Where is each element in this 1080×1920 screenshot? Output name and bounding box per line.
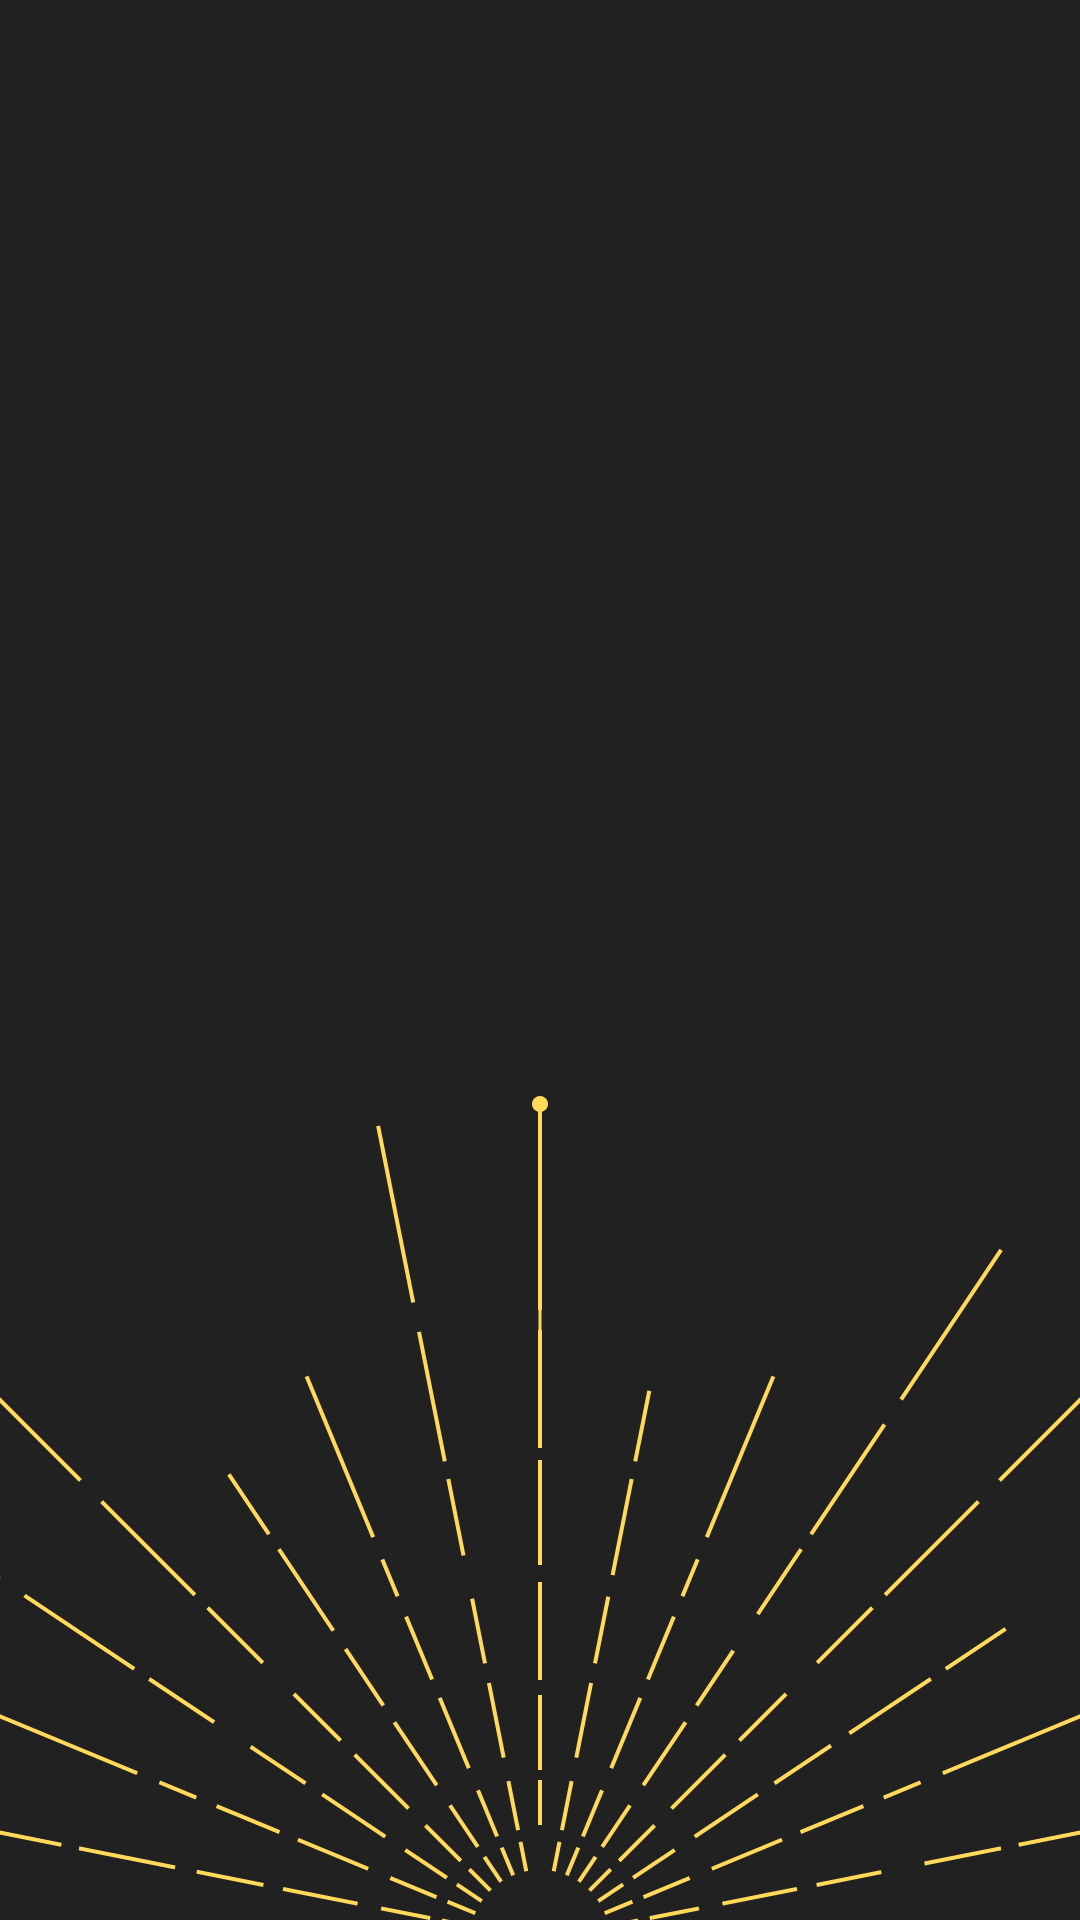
ray-segment [581,1789,604,1838]
ray-segment [297,1837,369,1871]
ray-segment [404,1615,434,1681]
ray-segment [0,1397,82,1482]
ray-segment [518,1841,529,1872]
sunburst-ray [0,1397,492,1892]
ray-segment [816,1870,882,1887]
ray-segment [609,1697,643,1769]
ray-segment [773,1743,833,1785]
ray-segment [206,1606,265,1665]
ray-segment [476,1789,499,1838]
ray-segment [617,1823,657,1863]
ray-segment [559,1780,574,1831]
ray-segment [482,1855,503,1883]
ray-segment [711,1837,783,1871]
ray-segment [470,1598,487,1664]
sunburst-illustration [0,1096,1080,1920]
ray-segment [0,1830,62,1847]
ray-segment [633,1390,652,1462]
ray-segment [924,1846,1002,1866]
ray-segment [100,1500,197,1597]
ray-segment [392,1721,439,1787]
ray-segment [23,1593,136,1671]
ray-segment [695,1649,735,1707]
ray-segment [353,1753,410,1810]
ray-segment [321,1792,387,1839]
ray-segment [883,1500,980,1597]
ray-segment [680,1558,700,1598]
sunburst-ray [551,1390,652,1872]
ray-segment [899,1248,1003,1401]
sunburst-ray [376,1125,529,1872]
ray-segment [486,1682,506,1758]
ray-segment [423,1823,463,1863]
ray-segment [944,1627,1007,1671]
sunburst-ray [304,1375,516,1877]
sunburst-ray [564,1375,776,1877]
ray-segment [610,1478,634,1576]
ray-segment [215,1804,281,1834]
ray-segment [78,1846,176,1870]
ray-segment [343,1647,385,1707]
ray-segment [603,1899,634,1916]
ray-segment [641,1721,688,1787]
ray-segment [304,1375,376,1538]
sunburst-ray [577,1248,1003,1883]
ray-segment [649,1906,700,1920]
sunburst-ray [588,1397,1080,1892]
ray-segment [380,1906,431,1920]
ray-segment [282,1886,358,1906]
ray-segment [249,1745,307,1785]
ray-segment [0,1714,138,1776]
ray-segment [277,1548,335,1632]
ray-segment [597,1882,625,1903]
ray-segment [448,1804,480,1849]
ray-segment [455,1882,483,1903]
splash-screen [0,0,1080,1920]
ray-segment [593,1596,611,1664]
ray-segment [446,1478,466,1556]
ray-segment [998,1397,1080,1482]
ray-segment [756,1548,803,1616]
ray-segment [564,1846,581,1877]
sunburst-ray [0,1576,483,1903]
ray-segment [799,1804,865,1834]
ray-segment [227,1473,271,1536]
ray-segment [815,1606,874,1665]
ray-segment [577,1855,598,1883]
ray-segment [588,1867,613,1892]
ray-segment [737,1692,788,1743]
ray-segment [196,1869,264,1887]
ray-segment [506,1780,521,1831]
ray-segment [670,1753,727,1810]
ray-segment [437,1697,471,1769]
ray-segment [467,1867,492,1892]
ray-segment [551,1841,562,1872]
ray-segment [942,1714,1080,1776]
ray-segment [376,1125,416,1303]
ray-segment [704,1375,776,1538]
ray-segment [499,1846,516,1877]
ray-segment [693,1792,759,1839]
ray-segment [882,1780,922,1800]
ray-segment [642,1876,691,1899]
ray-segment [809,1423,887,1536]
ray-segment [848,1677,932,1735]
ray-segment [1018,1830,1080,1847]
ray-segment [404,1848,449,1880]
ray-segment [722,1886,798,1906]
ray-segment [158,1780,198,1800]
ray-segment [417,1331,447,1462]
ray-segment [446,1899,477,1916]
ray-segment [389,1876,438,1899]
ray-segment [646,1615,676,1681]
ray-segment [148,1677,216,1724]
ray-segment [380,1558,400,1598]
ray-segment [631,1848,676,1880]
ray-segment [600,1804,632,1849]
ray-segment [574,1682,594,1758]
sunburst-ray [0,1830,450,1920]
ray-segment [292,1692,343,1743]
ray-tip-dot [532,1096,548,1112]
sunburst-rays [0,1104,1080,1920]
